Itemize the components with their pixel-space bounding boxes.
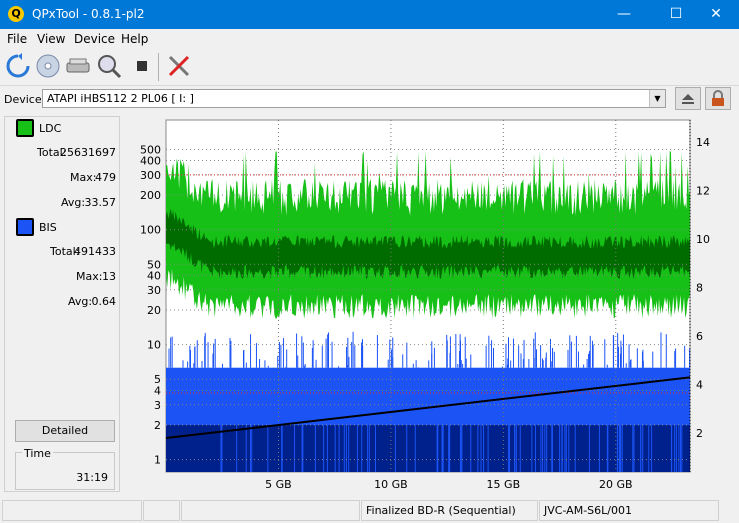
y-left-tick-label: 40 <box>147 269 161 282</box>
ldc-bis-chart: 1234510203040501002003004005002468101214… <box>140 119 710 491</box>
status-cell-3 <box>181 500 360 521</box>
lock-button[interactable] <box>705 87 731 110</box>
time-box: Time 31:19 <box>15 447 115 490</box>
bis-series-core <box>166 424 690 472</box>
device-label: Device: <box>4 93 46 106</box>
menu-device[interactable]: Device <box>74 32 115 46</box>
device-select[interactable]: ATAPI iHBS112 2 PL06 [ I: ] ▼ <box>42 89 666 108</box>
y-left-tick-label: 300 <box>140 169 161 182</box>
menu-bar: File View Device Help <box>0 29 739 49</box>
title-bar: Q QPxTool - 0.8.1-pl2 — ☐ ✕ <box>0 0 739 29</box>
menu-view[interactable]: View <box>37 32 65 46</box>
status-bar: Finalized BD-R (Sequential) JVC-AM-S6L/0… <box>0 498 739 523</box>
ldc-total-value: 25631697 <box>60 146 116 159</box>
refresh-icon[interactable] <box>4 52 32 80</box>
detailed-button[interactable]: Detailed <box>15 420 115 442</box>
device-row: Device: ATAPI iHBS112 2 PL06 [ I: ] ▼ <box>0 86 739 112</box>
y-right-tick-label: 2 <box>696 427 703 440</box>
y-left-tick-label: 100 <box>140 224 161 237</box>
minimize-button[interactable]: — <box>601 0 647 29</box>
y-left-tick-label: 20 <box>147 304 161 317</box>
x-tick-label: 10 GB <box>374 478 408 491</box>
menu-help[interactable]: Help <box>121 32 148 46</box>
toolbar <box>0 49 739 86</box>
y-right-tick-label: 12 <box>696 184 710 197</box>
y-left-tick-label: 1 <box>154 454 161 467</box>
ldc-legend-swatch <box>16 119 34 137</box>
status-disc-type: Finalized BD-R (Sequential) <box>361 500 538 521</box>
y-left-tick-label: 3 <box>154 399 161 412</box>
eject-icon <box>682 94 694 104</box>
time-label: Time <box>22 447 53 460</box>
chart-area: 1 2 3 4 5 10 20 30 40 50 100 200 300 400 500 2 4 6 8 10 12 14… <box>122 114 739 494</box>
y-left-tick-label: 5 <box>154 373 161 386</box>
bis-label: BIS <box>39 221 57 234</box>
y-left-tick-label: 50 <box>147 258 161 271</box>
close-button[interactable]: ✕ <box>693 0 739 29</box>
search-disc-icon[interactable] <box>95 52 123 80</box>
ldc-label: LDC <box>39 122 62 135</box>
status-cell-2 <box>143 500 180 521</box>
bis-max-value: 13 <box>102 270 116 283</box>
stop-icon[interactable] <box>128 52 156 80</box>
y-right-tick-label: 10 <box>696 233 710 246</box>
time-value: 31:19 <box>76 471 108 484</box>
eject-button[interactable] <box>675 87 701 110</box>
ldc-max-value: 479 <box>95 171 116 184</box>
menu-file[interactable]: File <box>7 32 27 46</box>
lock-icon <box>712 90 724 106</box>
chevron-down-icon[interactable]: ▼ <box>649 90 665 107</box>
y-left-tick-label: 500 <box>140 143 161 156</box>
y-right-tick-label: 4 <box>696 379 703 392</box>
disc-info-icon[interactable] <box>34 52 62 80</box>
toolbar-separator <box>158 53 159 81</box>
y-left-tick-label: 400 <box>140 154 161 167</box>
app-icon: Q <box>8 6 24 22</box>
x-tick-label: 20 GB <box>599 478 633 491</box>
y-left-tick-label: 10 <box>147 339 161 352</box>
y-left-tick-label: 4 <box>154 384 161 397</box>
scanner-icon[interactable] <box>64 52 92 80</box>
x-tick-label: 5 GB <box>265 478 292 491</box>
bis-total-value: 491433 <box>74 245 116 258</box>
window-title: QPxTool - 0.8.1-pl2 <box>32 7 145 21</box>
y-right-tick-label: 6 <box>696 330 703 343</box>
y-left-tick-label: 2 <box>154 419 161 432</box>
y-left-tick-label: 200 <box>140 189 161 202</box>
x-tick-label: 15 GB <box>487 478 521 491</box>
ldc-avg-value: 33.57 <box>84 196 117 209</box>
status-media-id: JVC-AM-S6L/001 <box>539 500 719 521</box>
bis-legend-swatch <box>16 218 34 236</box>
status-cell-1 <box>2 500 142 521</box>
y-right-tick-label: 14 <box>696 136 710 149</box>
y-right-tick-label: 8 <box>696 282 703 295</box>
settings-tools-icon[interactable] <box>165 52 193 80</box>
y-left-tick-label: 30 <box>147 284 161 297</box>
device-value: ATAPI iHBS112 2 PL06 [ I: ] <box>47 92 194 105</box>
bis-avg-value: 0.64 <box>91 295 117 308</box>
